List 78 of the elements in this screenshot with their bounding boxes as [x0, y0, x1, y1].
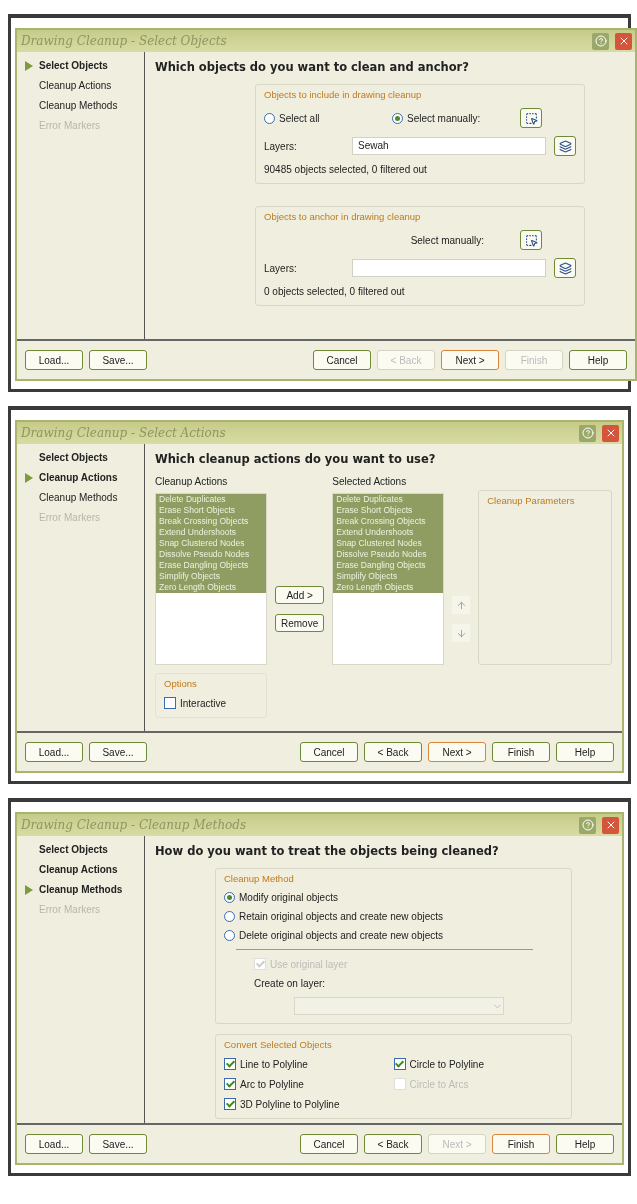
layers-field[interactable]: Sewah: [352, 137, 546, 155]
checkbox-label[interactable]: 3D Polyline to Polyline: [240, 1098, 340, 1110]
radio-button[interactable]: [224, 892, 235, 903]
dialog-button[interactable]: Save...: [89, 350, 147, 370]
radio-button[interactable]: [224, 911, 235, 922]
group-legend: Cleanup Method: [224, 873, 563, 884]
dialog-button[interactable]: Cancel: [300, 742, 358, 762]
dialog-button[interactable]: Finish: [492, 742, 550, 762]
wizard-step[interactable]: Select Objects: [25, 60, 140, 71]
wizard-step[interactable]: Cleanup Methods: [25, 100, 140, 111]
dialog-button[interactable]: Save...: [89, 1134, 147, 1154]
dialog-button[interactable]: Load...: [25, 350, 83, 370]
checkbox[interactable]: [224, 1098, 236, 1110]
window-title: Drawing Cleanup - Select Actions: [21, 426, 227, 440]
radio-label[interactable]: Delete original objects and create new objects: [239, 930, 443, 941]
list-label: Selected Actions: [332, 476, 408, 487]
select-manually-label: Select manually:: [410, 234, 484, 246]
wizard-step[interactable]: Select Objects: [25, 452, 140, 463]
list-label: Cleanup Actions: [155, 476, 229, 487]
dialog-button[interactable]: Help: [556, 1134, 614, 1154]
radio-label[interactable]: Select all: [279, 112, 320, 124]
dialog-button[interactable]: Save...: [89, 742, 147, 762]
layers-field[interactable]: [352, 259, 546, 277]
group-legend: Objects to anchor in drawing cleanup: [264, 211, 576, 222]
dialog-button[interactable]: Cancel: [300, 1134, 358, 1154]
wizard-step[interactable]: Cleanup Methods: [25, 492, 140, 503]
wizard-step[interactable]: Cleanup Actions: [25, 864, 140, 875]
window-title: Drawing Cleanup - Cleanup Methods: [21, 818, 248, 832]
checkbox-label[interactable]: Interactive: [180, 697, 227, 709]
radio-button[interactable]: [224, 930, 235, 941]
dialog-button[interactable]: Help: [569, 350, 627, 370]
close-icon[interactable]: [602, 424, 619, 442]
checkbox-label[interactable]: Circle to Polyline: [409, 1058, 484, 1070]
close-icon[interactable]: [602, 816, 619, 834]
selection-summary: 0 objects selected, 0 filtered out: [264, 286, 406, 297]
wizard-step[interactable]: Cleanup Methods: [25, 884, 140, 895]
checkbox-label[interactable]: Arc to Polyline: [240, 1078, 304, 1090]
layers-icon[interactable]: [554, 258, 576, 278]
dialog-button[interactable]: < Back: [364, 742, 422, 762]
dialog-button[interactable]: Next >: [441, 350, 499, 370]
close-icon[interactable]: [615, 32, 632, 50]
layers-label: Layers:: [264, 262, 298, 274]
checkbox[interactable]: [224, 1058, 236, 1070]
group-legend: Options: [164, 678, 258, 689]
dialog-button[interactable]: Finish: [492, 1134, 550, 1154]
dialog-button[interactable]: Load...: [25, 1134, 83, 1154]
dialog-button[interactable]: Cancel: [313, 350, 371, 370]
page-heading: How do you want to treat the objects being cleaned?: [155, 844, 500, 858]
dialog-button[interactable]: < Back: [364, 1134, 422, 1154]
create-on-layer-label: Create on layer:: [254, 978, 327, 989]
radio-button[interactable]: [392, 112, 403, 124]
layers-label: Layers:: [264, 140, 298, 152]
page-heading: Which cleanup actions do you want to use?: [155, 452, 437, 466]
wizard-step[interactable]: Cleanup Actions: [25, 80, 140, 91]
radio-label[interactable]: Modify original objects: [239, 892, 338, 903]
checkbox[interactable]: [224, 1078, 236, 1090]
dialog-button[interactable]: Next >: [428, 742, 486, 762]
remove-button[interactable]: Remove: [275, 614, 325, 632]
selection-summary: 90485 objects selected, 0 filtered out: [264, 164, 428, 175]
page-heading: Which objects do you want to clean and anchor?: [155, 60, 470, 74]
checkbox-label[interactable]: Line to Polyline: [240, 1058, 308, 1070]
checkbox[interactable]: [393, 1058, 406, 1070]
pick-objects-icon[interactable]: [520, 108, 542, 128]
group-legend: Cleanup Parameters: [487, 495, 603, 506]
dialog-button[interactable]: Help: [556, 742, 614, 762]
group-legend: Convert Selected Objects: [224, 1039, 563, 1050]
checkbox[interactable]: [164, 697, 176, 709]
wizard-step[interactable]: Select Objects: [25, 844, 140, 855]
add-button[interactable]: Add >: [275, 586, 325, 604]
group-legend: Objects to include in drawing cleanup: [264, 89, 576, 100]
layers-icon[interactable]: [554, 136, 576, 156]
pick-objects-icon[interactable]: [520, 230, 542, 250]
wizard-step[interactable]: Cleanup Actions: [25, 472, 140, 483]
window-title: Drawing Cleanup - Select Objects: [21, 34, 228, 48]
radio-label[interactable]: Retain original objects and create new objects: [239, 911, 443, 922]
dialog-button[interactable]: Load...: [25, 742, 83, 762]
radio-button[interactable]: [264, 112, 275, 124]
radio-label[interactable]: Select manually:: [407, 112, 481, 124]
